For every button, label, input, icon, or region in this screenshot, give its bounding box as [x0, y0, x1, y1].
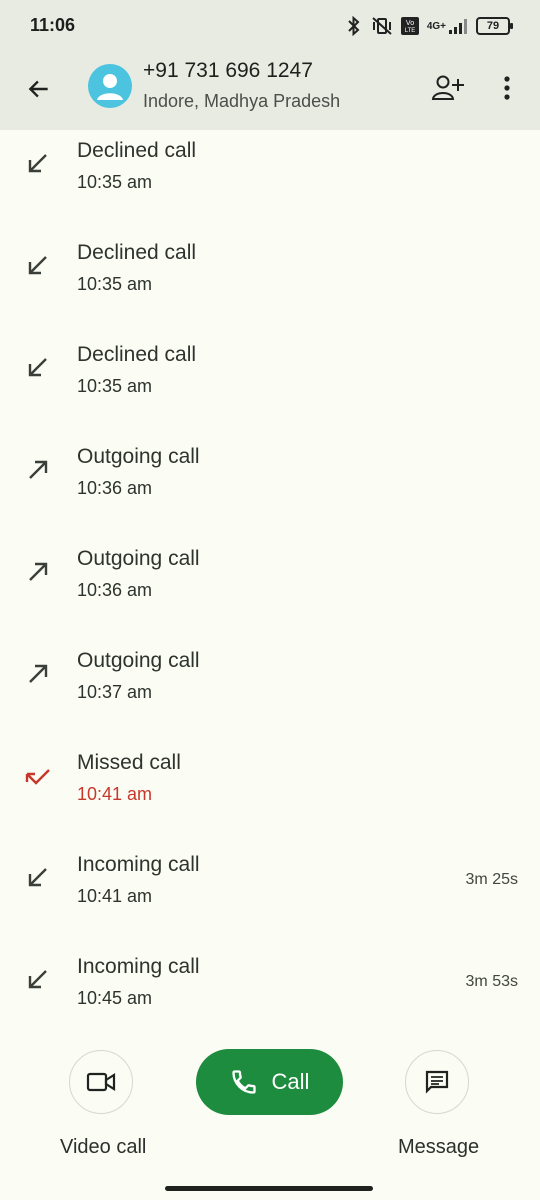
outgoing-call-icon [29, 562, 48, 581]
call-history-row[interactable]: Incoming call 10:41 am 3m 25s [0, 844, 540, 946]
call-time: 10:36 am [77, 580, 153, 600]
call-time: 10:37 am [77, 682, 153, 702]
call-time: 10:35 am [77, 376, 153, 396]
volte-icon: Vo LTE [400, 17, 419, 35]
call-history-row[interactable]: Incoming call 10:45 am 3m 53s [0, 946, 540, 1048]
action-panel: Call Video call Message [0, 1045, 540, 1200]
outgoing-call-icon [29, 664, 48, 683]
message-button[interactable] [405, 1050, 469, 1114]
message-label: Message [398, 1136, 480, 1158]
incoming-call-icon [28, 358, 47, 377]
call-time: 10:35 am [77, 274, 153, 294]
call-button[interactable]: Call [196, 1049, 343, 1115]
call-type: Outgoing call [77, 547, 200, 570]
person-add-icon [431, 75, 464, 100]
videocam-icon [86, 1072, 116, 1092]
status-icons: Vo LTE 4G+ 79 [345, 14, 513, 38]
person-icon [97, 74, 123, 100]
call-history-row[interactable]: Declined call 10:35 am [0, 130, 540, 232]
call-type: Outgoing call [77, 445, 200, 468]
call-duration: 3m 53s [465, 973, 518, 990]
contact-number: +91 731 696 1247 [143, 59, 313, 82]
call-type: Incoming call [77, 853, 200, 876]
more-options-button[interactable] [492, 70, 522, 106]
call-history-row[interactable]: Missed call 10:41 am [0, 742, 540, 844]
call-time: 10:41 am [77, 784, 153, 804]
missed-call-icon [25, 769, 50, 785]
arrow-back-icon [28, 80, 48, 98]
incoming-call-icon [28, 868, 47, 887]
call-history-list: Declined call 10:35 am Declined call 10:… [0, 130, 540, 1048]
call-time: 10:41 am [77, 886, 153, 906]
call-duration: 3m 25s [465, 871, 518, 888]
incoming-call-icon [28, 154, 47, 173]
incoming-call-icon [28, 970, 47, 989]
back-button[interactable] [22, 72, 56, 106]
svg-text:Vo: Vo [406, 20, 414, 27]
call-type: Missed call [77, 751, 181, 774]
home-indicator[interactable] [165, 1186, 373, 1191]
status-time: 11:06 [30, 15, 76, 35]
call-type: Outgoing call [77, 649, 200, 672]
add-contact-button[interactable] [428, 70, 468, 106]
video-call-label: Video call [60, 1136, 147, 1158]
battery-icon: 79 [476, 17, 513, 35]
call-history-row[interactable]: Outgoing call 10:37 am [0, 640, 540, 742]
avatar[interactable] [88, 64, 132, 108]
call-type: Incoming call [77, 955, 200, 978]
vibrate-off-icon [372, 17, 392, 35]
svg-text:LTE: LTE [405, 28, 416, 34]
signal-icon [449, 19, 467, 34]
call-history-row[interactable]: Outgoing call 10:36 am [0, 538, 540, 640]
call-time: 10:35 am [77, 172, 153, 192]
video-call-button[interactable] [69, 1050, 133, 1114]
message-icon [425, 1070, 449, 1094]
app-bar: +91 731 696 1247 Indore, Madhya Pradesh [0, 52, 540, 130]
call-type: Declined call [77, 139, 197, 162]
more-vert-icon [504, 76, 510, 100]
status-bar: 11:06 Vo LTE 4G+ 79 [0, 0, 540, 52]
call-type: Declined call [77, 343, 197, 366]
contact-location: Indore, Madhya Pradesh [143, 91, 341, 111]
call-type: Declined call [77, 241, 197, 264]
incoming-call-icon [28, 256, 47, 275]
call-time: 10:45 am [77, 988, 153, 1008]
call-button-label: Call [271, 1069, 310, 1094]
call-history-row[interactable]: Declined call 10:35 am [0, 232, 540, 334]
phone-icon [231, 1070, 256, 1094]
call-time: 10:36 am [77, 478, 153, 498]
network-type: 4G+ [426, 20, 446, 32]
outgoing-call-icon [29, 460, 48, 479]
call-history-row[interactable]: Declined call 10:35 am [0, 334, 540, 436]
bluetooth-icon [348, 16, 360, 36]
call-history-row[interactable]: Outgoing call 10:36 am [0, 436, 540, 538]
